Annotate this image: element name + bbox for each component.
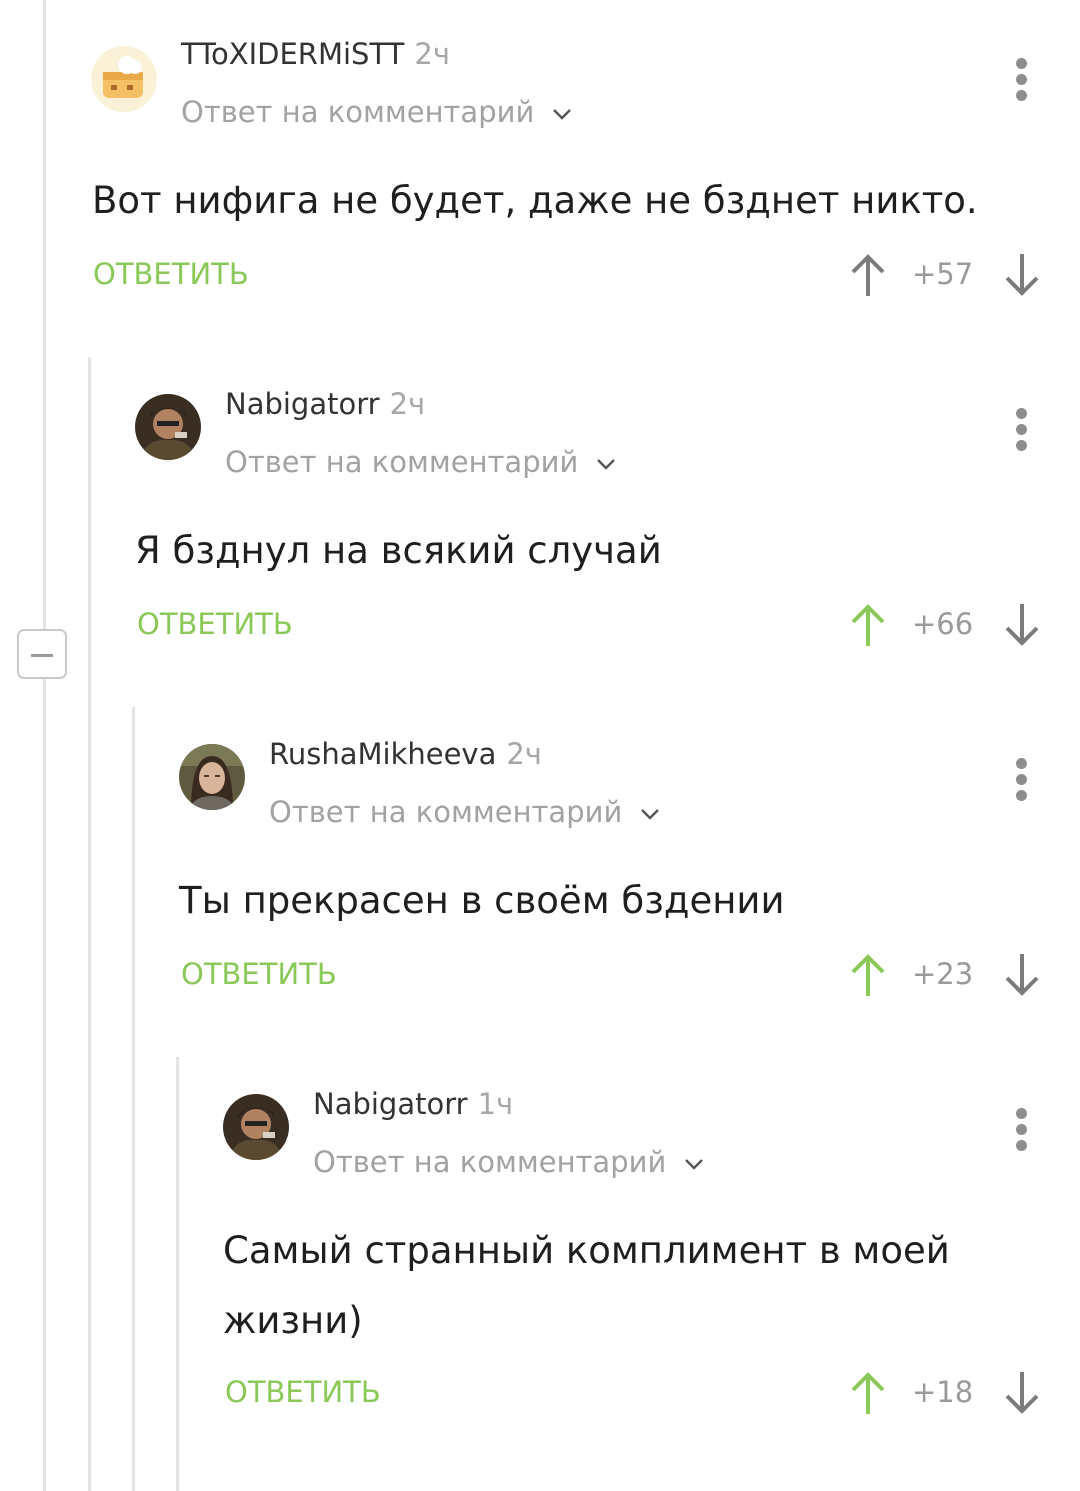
up-arrow-icon[interactable] [849, 602, 887, 648]
author-name[interactable]: Nabigatorr [313, 1087, 468, 1121]
reply-to-label: Ответ на комментарий [269, 795, 623, 829]
reply-to-label: Ответ на комментарий [313, 1145, 667, 1179]
reply-to-label: Ответ на комментарий [225, 445, 579, 479]
chevron-down-icon [596, 459, 615, 470]
chevron-down-icon [684, 1159, 703, 1170]
down-arrow-icon[interactable] [1003, 252, 1041, 298]
comment: RushaMikheeva 2ч Ответ на комментарий Ты … [0, 700, 1080, 1040]
reply-button[interactable]: ОТВЕТИТЬ [181, 956, 337, 992]
comment-time: 2ч [506, 737, 542, 771]
comment-time: 2ч [389, 387, 426, 421]
vote-score: +57 [912, 257, 974, 291]
down-arrow-icon[interactable] [1003, 602, 1041, 648]
vote-score: +66 [912, 607, 974, 641]
up-arrow-icon[interactable] [849, 252, 887, 298]
reply-to-link[interactable]: Ответ на комментарий [269, 794, 660, 830]
vote-score: +23 [912, 957, 974, 991]
comment: TToXIDERMiSTT 2ч Ответ на комментарий Вот… [0, 0, 1080, 340]
down-arrow-icon[interactable] [1003, 1370, 1041, 1416]
avatar[interactable] [223, 1094, 289, 1160]
reply-button[interactable]: ОТВЕТИТЬ [93, 256, 249, 292]
author-name[interactable]: TToXIDERMiSTT [181, 37, 404, 71]
reply-to-label: Ответ на комментарий [181, 95, 535, 129]
chevron-down-icon [552, 109, 571, 120]
down-arrow-icon[interactable] [1003, 952, 1041, 998]
comment-time: 1ч [477, 1087, 514, 1121]
chevron-down-icon [640, 809, 659, 820]
avatar[interactable] [91, 46, 157, 112]
reply-to-link[interactable]: Ответ на комментарий [181, 94, 572, 130]
author-name[interactable]: Nabigatorr [225, 387, 380, 421]
vote-score: +18 [912, 1375, 974, 1409]
comment: Nabigatorr 1ч Ответ на комментарий Самый … [0, 1050, 1080, 1491]
more-vertical-icon[interactable] [1008, 1106, 1036, 1152]
more-vertical-icon[interactable] [1008, 406, 1036, 452]
reply-to-link[interactable]: Ответ на комментарий [313, 1144, 704, 1180]
comment: Nabigatorr 2ч Ответ на комментарий Я бздн… [0, 350, 1080, 690]
avatar[interactable] [135, 394, 201, 460]
comment-text: Самый странный комплимент в моей жизни) [223, 1229, 950, 1342]
author-name[interactable]: RushaMikheeva [269, 737, 496, 771]
reply-button[interactable]: ОТВЕТИТЬ [225, 1374, 381, 1410]
reply-button[interactable]: ОТВЕТИТЬ [137, 606, 293, 642]
comment-time: 2ч [414, 37, 450, 71]
more-vertical-icon[interactable] [1008, 56, 1036, 102]
reply-to-link[interactable]: Ответ на комментарий [225, 444, 616, 480]
up-arrow-icon[interactable] [849, 1370, 887, 1416]
comment-text: Я бзднул на всякий случай [135, 529, 662, 572]
up-arrow-icon[interactable] [849, 952, 887, 998]
comment-text: Ты прекрасен в своём бздении [179, 879, 785, 922]
more-vertical-icon[interactable] [1008, 756, 1036, 802]
avatar[interactable] [179, 744, 245, 810]
comment-text: Вот нифига не будет, даже не бзднет никт… [92, 179, 978, 222]
